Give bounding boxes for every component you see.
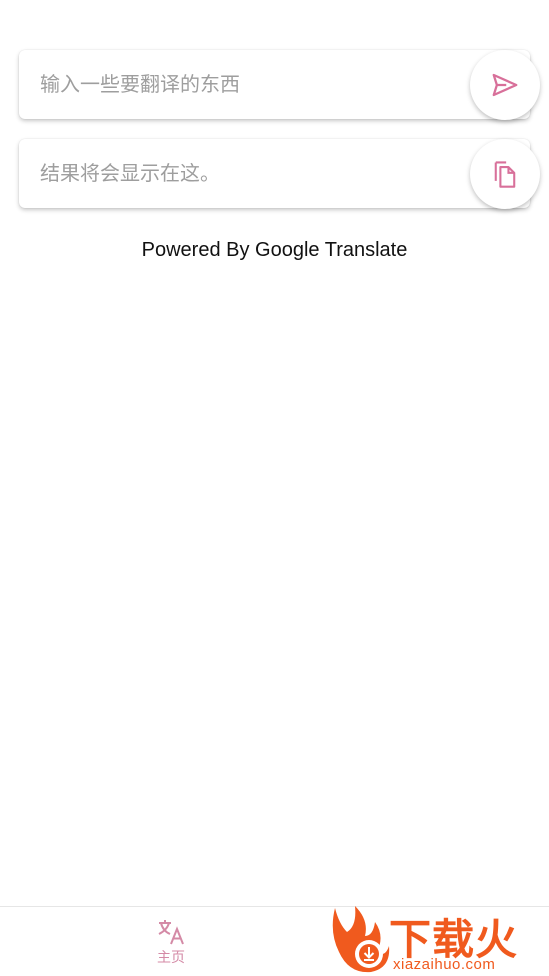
powered-by-text: Powered By Google Translate [141, 239, 408, 261]
send-icon [492, 73, 518, 97]
source-text-input[interactable] [40, 50, 460, 119]
result-text: 结果将会显示在这。 [40, 161, 220, 185]
nav-item-home[interactable]: 主页 [131, 907, 211, 976]
nav-label-home: 主页 [157, 950, 185, 966]
flame-logo-icon [332, 906, 390, 973]
translate-icon [158, 920, 184, 945]
result-card: 结果将会显示在这。 [19, 139, 540, 209]
copy-icon [494, 161, 516, 188]
input-card [19, 50, 540, 120]
watermark-site: xiazaihuo.com [393, 956, 496, 973]
copy-button[interactable] [470, 139, 540, 209]
watermark-logo: 下载火 xiazaihuo.com [325, 902, 549, 976]
translate-send-button[interactable] [470, 50, 540, 120]
